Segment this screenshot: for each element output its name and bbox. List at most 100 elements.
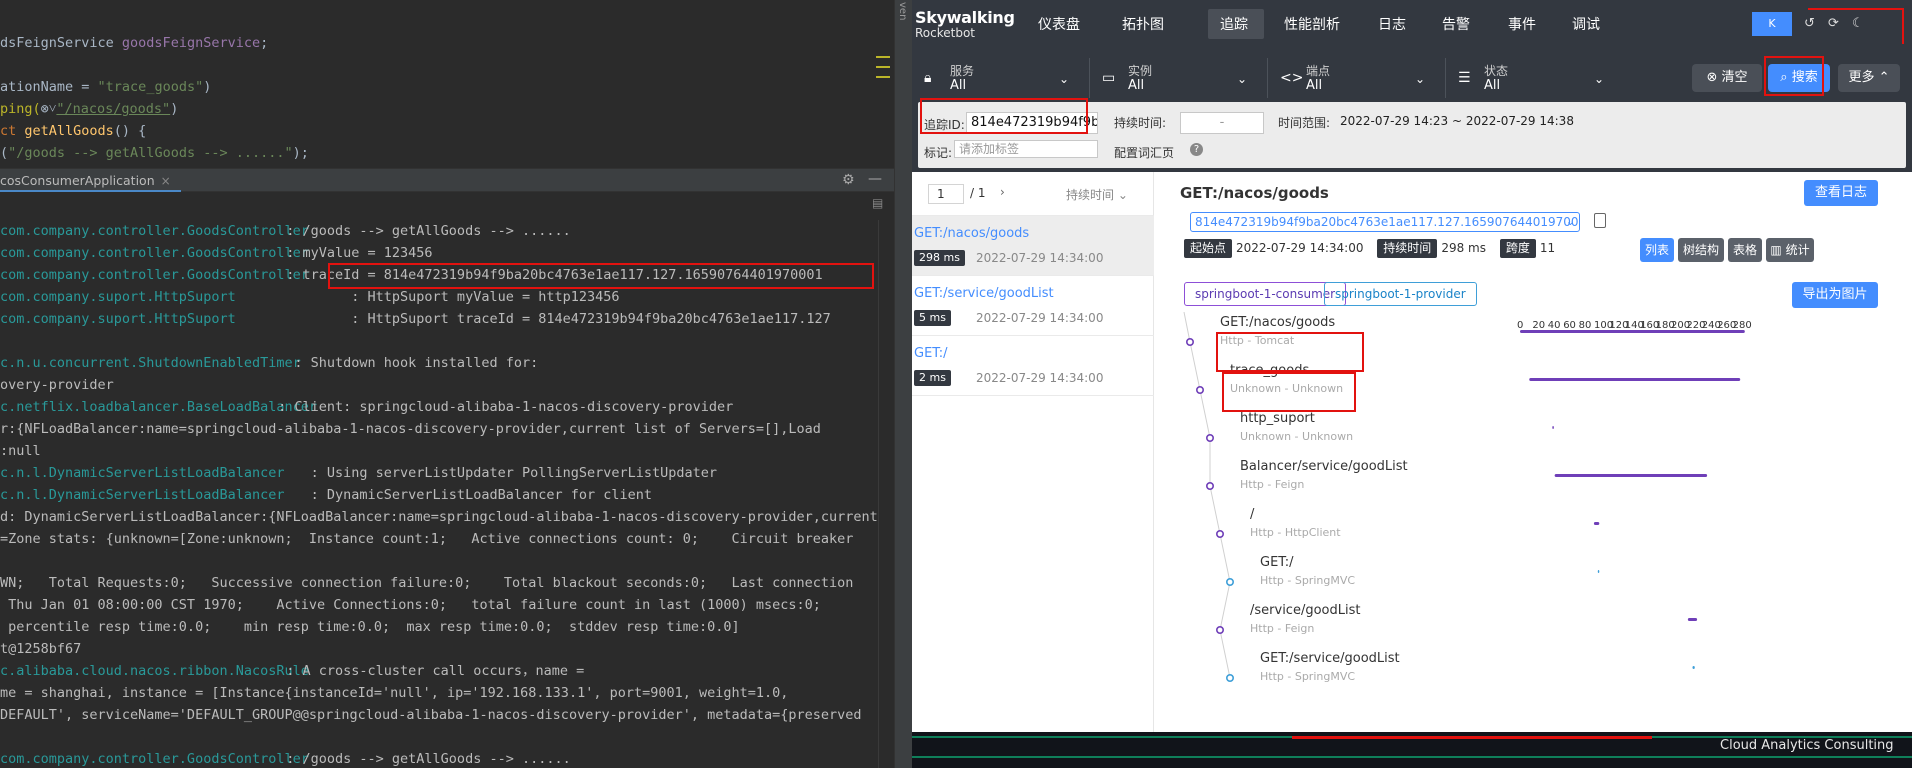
span-duration-bar[interactable]: [1687, 618, 1698, 621]
trace-list-item[interactable]: GET:/nacos/goods 298 ms 2022-07-29 14:34:0…: [912, 216, 1154, 276]
code-token: () {: [113, 123, 147, 139]
run-tab[interactable]: cosConsumerApplication ×: [0, 169, 181, 192]
trace-list-item[interactable]: GET:/service/goodList 5 ms 2022-07-29 14:3…: [912, 276, 1154, 336]
nav-item-3[interactable]: 性能剖析: [1284, 15, 1340, 35]
console-message: Thu Jan 01 08:00:00 CST 1970; Active Con…: [0, 597, 821, 613]
chevron-down-icon: ⌄: [1236, 72, 1247, 86]
copy-icon[interactable]: [1594, 213, 1606, 228]
span-name[interactable]: /: [1250, 507, 1254, 522]
console-line: com.company.suport.HttpSuport : HttpSupo…: [0, 286, 620, 308]
span-node[interactable]: [1215, 625, 1224, 634]
reload-icon[interactable]: ↺: [1804, 16, 1815, 31]
trace-duration-badge: 298 ms: [914, 250, 965, 266]
span-name[interactable]: GET:/nacos/goods: [1220, 315, 1335, 330]
span-duration-bar[interactable]: [1520, 330, 1745, 333]
span-duration-bar[interactable]: [1554, 474, 1708, 477]
more-button[interactable]: 更多 ⌃: [1838, 64, 1900, 92]
trace-id-select[interactable]: 814e472319b94f9ba20bc4763e1ae117.127.165…: [1190, 212, 1580, 232]
service-tag-provider[interactable]: springboot-1-provider: [1324, 282, 1477, 306]
nav-item-0[interactable]: 仪表盘: [1038, 15, 1080, 35]
trace-id-label: 追踪ID:: [924, 118, 965, 132]
span-duration-bar[interactable]: [1552, 426, 1554, 429]
view-stats-button[interactable]: ▥ 统计: [1766, 238, 1814, 262]
span-type: Http - HttpClient: [1250, 526, 1341, 539]
theme-icon[interactable]: ☾: [1852, 16, 1864, 31]
status-dropdown[interactable]: ☰ 状态 All ⌄: [1446, 58, 1624, 98]
next-page-icon[interactable]: ›: [1000, 185, 1005, 199]
gear-icon[interactable]: ⚙: [842, 172, 855, 188]
span-node[interactable]: [1215, 530, 1224, 539]
duration-tag: 持续时间: [1377, 239, 1438, 258]
nav-item-2[interactable]: 追踪: [1220, 15, 1248, 35]
instance-dropdown[interactable]: ▭ 实例 All ⌄: [1090, 58, 1268, 98]
console-message: : Client: springcloud-alibaba-1-nacos-di…: [270, 399, 734, 415]
console-scrollbar[interactable]: [878, 220, 892, 768]
start-tag: 起始点: [1184, 239, 1233, 258]
sort-dropdown[interactable]: 持续时间 ⌄: [1066, 186, 1128, 203]
view-list-button[interactable]: 列表: [1640, 238, 1674, 262]
clear-button[interactable]: ⊗ 清空: [1692, 64, 1762, 92]
nav-item-7[interactable]: 调试: [1572, 15, 1600, 35]
chevron-down-icon: ⌄: [1114, 188, 1128, 202]
span-duration-bar[interactable]: [1529, 378, 1741, 381]
duration-range-input[interactable]: -: [1180, 112, 1264, 134]
span-duration-bar[interactable]: [1692, 666, 1695, 669]
chevron-down-icon: ⌄: [1565, 215, 1575, 228]
minimize-icon[interactable]: —: [868, 171, 882, 187]
service-dropdown[interactable]: 🔒︎ 服务 All ⌄: [912, 58, 1090, 98]
span-name[interactable]: Balancer/service/goodList: [1240, 459, 1408, 474]
duration-label: 持续时间:: [1114, 116, 1167, 130]
console-logger: c.n.l.DynamicServerListLoadBalancer: [0, 487, 285, 503]
console-line: DEFAULT', serviceName='DEFAULT_GROUP@@sp…: [0, 704, 862, 726]
span-duration-bar[interactable]: [1597, 570, 1600, 573]
span-name[interactable]: /service/goodList: [1250, 603, 1360, 618]
span-node[interactable]: [1226, 673, 1235, 682]
auto-refresh-icon[interactable]: ⟳: [1828, 16, 1839, 31]
run-console-output[interactable]: com.company.controller.GoodsController :…: [0, 220, 880, 768]
trace-duration-badge: 2 ms: [914, 370, 951, 386]
softwrap-icon[interactable]: ▤: [872, 196, 883, 210]
span-type: Http - Tomcat: [1220, 334, 1295, 347]
span-node[interactable]: [1205, 482, 1214, 491]
view-stats-label: 统计: [1785, 243, 1810, 257]
console-message: : HttpSuport myValue = http123456: [270, 289, 620, 305]
span-name[interactable]: GET:/: [1260, 555, 1294, 570]
trace-id-input[interactable]: 814e472319b94f9ba20bc4763e1ae117.127.165…: [966, 112, 1098, 134]
code-token: );: [292, 145, 309, 161]
maven-side-strip[interactable]: ven: [894, 0, 912, 768]
skywalking-logo[interactable]: Skywalking Rocketbot: [915, 10, 1015, 41]
language-toggle-button[interactable]: K: [1752, 12, 1792, 36]
search-button[interactable]: ⌕ 搜索: [1768, 64, 1830, 92]
view-tree-button[interactable]: 树结构: [1678, 238, 1724, 262]
trace-endpoint: GET:/service/goodList: [914, 286, 1054, 301]
span-duration-bar[interactable]: [1593, 522, 1600, 525]
trace-list-item[interactable]: GET:/ 2 ms 2022-07-29 14:34:00: [912, 336, 1154, 396]
span-node[interactable]: [1226, 577, 1235, 586]
code-token: ⊗˅: [40, 101, 57, 117]
nav-item-6[interactable]: 事件: [1508, 15, 1536, 35]
console-message: overy-provider: [0, 377, 114, 393]
span-node[interactable]: [1205, 434, 1214, 443]
span-name[interactable]: GET:/service/goodList: [1260, 651, 1400, 666]
span-name[interactable]: http_suport: [1240, 411, 1315, 426]
close-icon[interactable]: ×: [161, 174, 171, 188]
service-tag-consumer[interactable]: springboot-1-consumer: [1184, 282, 1347, 306]
export-image-button[interactable]: 导出为图片: [1792, 282, 1878, 308]
page-number-input[interactable]: 1: [928, 184, 964, 204]
code-editor[interactable]: dsFeignService goodsFeignService; ationNa…: [0, 0, 912, 168]
console-line: =Zone stats: {unknown=[Zone:unknown; Ins…: [0, 528, 853, 550]
time-range-value[interactable]: 2022-07-29 14:23 ~ 2022-07-29 14:38: [1340, 114, 1574, 128]
tag-input[interactable]: 请添加标签: [954, 140, 1098, 158]
span-node[interactable]: [1185, 337, 1194, 346]
nav-item-5[interactable]: 告警: [1442, 15, 1470, 35]
nav-item-1[interactable]: 拓扑图: [1122, 15, 1164, 35]
span-node[interactable]: [1195, 386, 1204, 395]
span-name[interactable]: trace_goods: [1230, 363, 1309, 378]
config-vocab-link[interactable]: 配置词汇页: [1114, 144, 1174, 161]
view-table-button[interactable]: 表格: [1728, 238, 1762, 262]
endpoint-dropdown[interactable]: <> 端点 All ⌄: [1268, 58, 1446, 98]
console-line: com.company.controller.GoodsController :…: [0, 242, 433, 264]
help-icon[interactable]: ?: [1190, 143, 1203, 156]
nav-item-4[interactable]: 日志: [1378, 15, 1406, 35]
view-logs-button[interactable]: 查看日志: [1804, 180, 1878, 206]
